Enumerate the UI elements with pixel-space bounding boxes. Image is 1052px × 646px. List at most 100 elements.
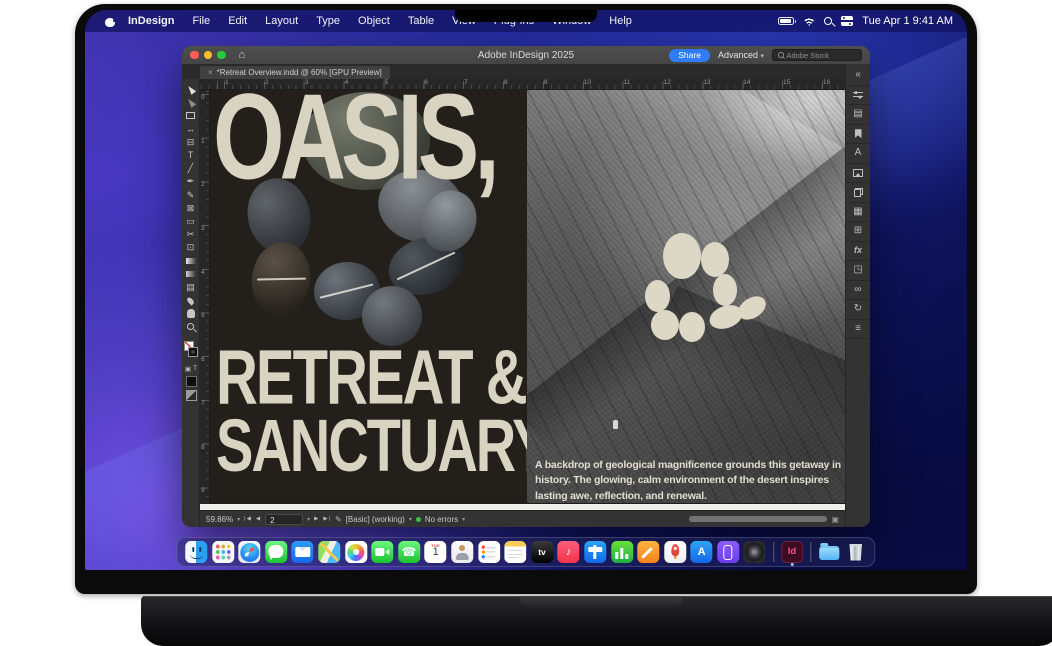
stroke-panel-icon[interactable]: ≡: [846, 320, 871, 340]
gradient-swatch-tool[interactable]: [182, 254, 200, 267]
body-paragraph[interactable]: A backdrop of geological magnificence gr…: [535, 458, 845, 503]
control-center-icon[interactable]: [841, 16, 853, 26]
indesign-dock-icon[interactable]: Id: [781, 541, 803, 563]
preflight-status[interactable]: No errors: [425, 515, 458, 524]
menubar-item[interactable]: Help: [600, 15, 641, 27]
photos-dock-icon[interactable]: [345, 541, 367, 563]
fill-stroke-swatches[interactable]: [182, 340, 200, 362]
free-transform-tool[interactable]: ⊡: [182, 241, 200, 254]
wifi-icon[interactable]: [803, 17, 815, 26]
eyedropper-tool[interactable]: [182, 294, 200, 307]
zoom-dropdown-icon[interactable]: ▾: [237, 516, 240, 523]
app-store-dock-icon[interactable]: A: [691, 541, 713, 563]
finder-dock-icon[interactable]: [185, 541, 207, 563]
launchpad-dock-icon[interactable]: [212, 541, 234, 563]
screen-mode-button[interactable]: [186, 390, 197, 401]
pages-dock-icon[interactable]: [637, 541, 659, 563]
type-tool[interactable]: T: [182, 149, 200, 162]
pencil-tool[interactable]: ✎: [182, 189, 200, 202]
phone-dock-icon[interactable]: ☎: [398, 541, 420, 563]
spread-right-page[interactable]: A backdrop of geological magnificence gr…: [527, 90, 845, 503]
page-tool[interactable]: [182, 109, 200, 122]
preflight-icon[interactable]: ✎: [335, 515, 342, 524]
formatting-toggle-icons[interactable]: ▣T: [185, 365, 197, 373]
search-icon[interactable]: [824, 17, 832, 25]
preflight-dropdown-icon[interactable]: ▾: [409, 516, 412, 523]
trash-dock-icon[interactable]: [845, 541, 867, 563]
messages-dock-icon[interactable]: [265, 541, 287, 563]
menubar-item[interactable]: Type: [307, 15, 349, 27]
paragraph-styles-panel-icon[interactable]: A: [846, 144, 871, 164]
horizontal-ruler[interactable]: 12345678910111213141516: [200, 79, 845, 90]
gap-tool[interactable]: ↔: [182, 123, 200, 136]
vertical-ruler[interactable]: 0123456789: [200, 90, 210, 504]
apply-color-button[interactable]: [186, 376, 197, 387]
calendar-dock-icon[interactable]: 1TUE: [425, 541, 447, 563]
mail-dock-icon[interactable]: [292, 541, 314, 563]
facetime-dock-icon[interactable]: [371, 541, 393, 563]
rocket-app-dock-icon[interactable]: [664, 541, 686, 563]
close-window-button[interactable]: [190, 51, 199, 60]
document-tab[interactable]: × *Retreat Overview.indd @ 60% [GPU Prev…: [200, 66, 390, 79]
align-panel-icon[interactable]: ⊞: [846, 222, 871, 242]
rotate-view-panel-icon[interactable]: ↻: [846, 300, 871, 320]
selection-tool[interactable]: [182, 83, 200, 96]
stroke-swatch[interactable]: [188, 347, 198, 357]
battery-icon[interactable]: [778, 17, 794, 25]
menubar-item[interactable]: Object: [349, 15, 399, 27]
menubar-item[interactable]: InDesign: [119, 15, 183, 27]
properties-panel-icon[interactable]: [846, 86, 871, 106]
adobe-stock-search-input[interactable]: Adobe Stock: [772, 49, 862, 61]
iphone-mirroring-dock-icon[interactable]: [717, 541, 739, 563]
cc-libraries-panel-icon[interactable]: [846, 125, 871, 145]
minimize-window-button[interactable]: [204, 51, 213, 60]
last-page-button[interactable]: ▶|: [323, 516, 331, 522]
expand-panels-icon[interactable]: «: [846, 66, 871, 86]
music-dock-icon[interactable]: ♪: [558, 541, 580, 563]
page-dropdown-icon[interactable]: ▾: [307, 516, 310, 523]
home-screen-icon[interactable]: ⌂: [239, 50, 246, 61]
close-tab-icon[interactable]: ×: [208, 68, 213, 77]
direct-selection-tool[interactable]: [182, 96, 200, 109]
previous-page-button[interactable]: ◀: [256, 516, 261, 522]
next-page-button[interactable]: ▶: [314, 516, 319, 522]
maps-dock-icon[interactable]: [318, 541, 340, 563]
preflight-profile[interactable]: [Basic] (working): [346, 515, 405, 524]
downloads-folder-dock-icon[interactable]: [818, 541, 840, 563]
tv-dock-icon[interactable]: tv: [531, 541, 553, 563]
menubar-item[interactable]: Layout: [256, 15, 307, 27]
keynote-dock-icon[interactable]: [584, 541, 606, 563]
workspace-switcher[interactable]: Advanced ▾: [718, 50, 764, 60]
hand-tool[interactable]: [182, 307, 200, 320]
share-button[interactable]: Share: [669, 49, 710, 62]
layers-panel-icon[interactable]: [846, 183, 871, 203]
reminders-dock-icon[interactable]: [478, 541, 500, 563]
errors-dropdown-icon[interactable]: ▾: [462, 516, 465, 523]
effects-panel-icon[interactable]: fx: [846, 242, 871, 262]
menubar-item[interactable]: Edit: [219, 15, 256, 27]
rectangle-tool[interactable]: ▭: [182, 215, 200, 228]
apple-menu-icon[interactable]: [105, 15, 115, 27]
first-page-button[interactable]: |◀: [244, 516, 252, 522]
hyperlinks-panel-icon[interactable]: ∞: [846, 281, 871, 301]
line-tool[interactable]: ╱: [182, 162, 200, 175]
system-settings-dock-icon[interactable]: [744, 541, 766, 563]
horizontal-scrollbar[interactable]: [689, 516, 827, 522]
content-collector-tool[interactable]: ⊟: [182, 136, 200, 149]
scissors-tool[interactable]: ✂: [182, 228, 200, 241]
safari-dock-icon[interactable]: [238, 541, 260, 563]
spread-left-page[interactable]: OASIS, RETREAT & SANCTUARY: [210, 90, 527, 503]
zoom-window-button[interactable]: [217, 51, 226, 60]
document-canvas[interactable]: OASIS, RETREAT & SANCTUARY: [210, 90, 845, 504]
text-wrap-panel-icon[interactable]: ▦: [846, 203, 871, 223]
contacts-dock-icon[interactable]: [451, 541, 473, 563]
menu-clock[interactable]: Tue Apr 1 9:41 AM: [862, 15, 953, 27]
menubar-item[interactable]: File: [183, 15, 219, 27]
pages-panel-icon[interactable]: ▤: [846, 105, 871, 125]
object-styles-panel-icon[interactable]: ◳: [846, 261, 871, 281]
numbers-dock-icon[interactable]: [611, 541, 633, 563]
menubar-item[interactable]: Table: [399, 15, 443, 27]
pen-tool[interactable]: ✒: [182, 175, 200, 188]
page-number-field[interactable]: 2: [265, 514, 303, 525]
gradient-feather-tool[interactable]: [182, 268, 200, 281]
